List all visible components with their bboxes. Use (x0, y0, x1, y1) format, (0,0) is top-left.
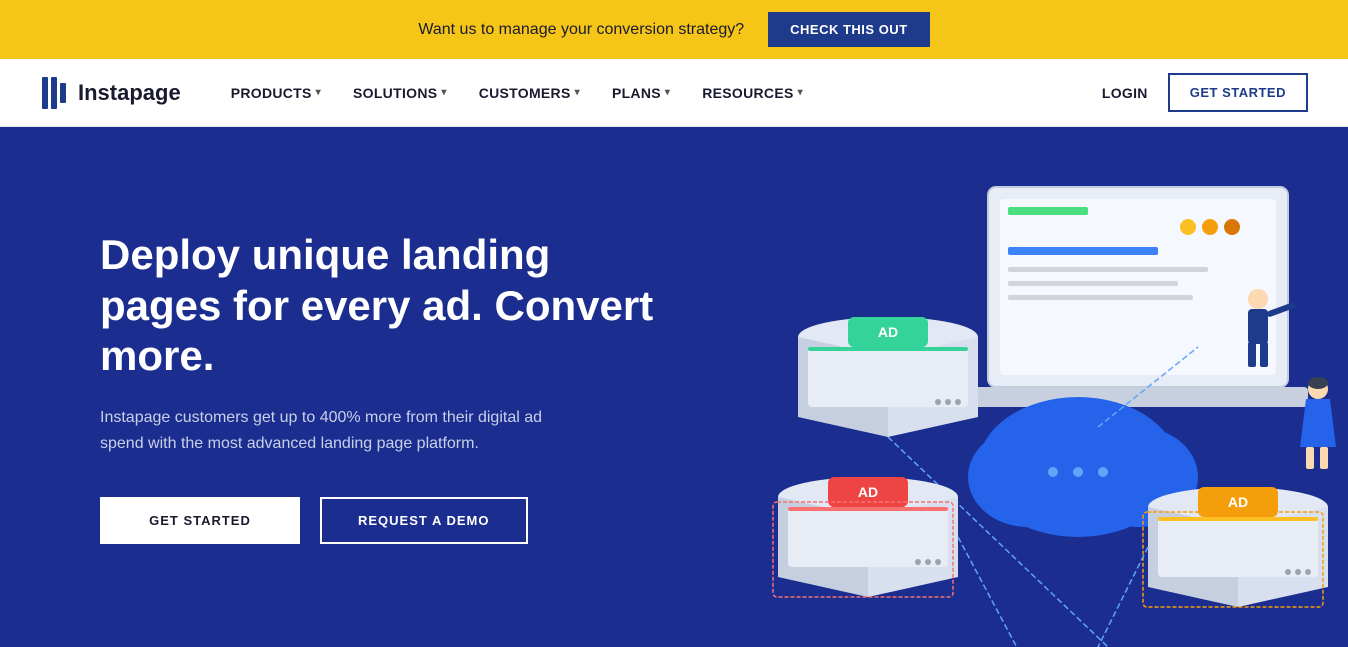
svg-text:AD: AD (878, 324, 898, 340)
nav-item-plans[interactable]: PLANS ▾ (598, 77, 684, 109)
hero-subtitle: Instapage customers get up to 400% more … (100, 405, 560, 456)
chevron-down-icon: ▾ (441, 87, 446, 98)
chevron-down-icon: ▾ (665, 87, 670, 98)
logo[interactable]: Instapage (40, 75, 181, 111)
hero-buttons: GET STARTED REQUEST A DEMO (100, 497, 660, 544)
nav-item-solutions[interactable]: SOLUTIONS ▾ (339, 77, 461, 109)
svg-text:AD: AD (1228, 494, 1248, 510)
nav-label-solutions: SOLUTIONS (353, 85, 437, 101)
nav-item-products[interactable]: PRODUCTS ▾ (217, 77, 335, 109)
hero-illustration: AD AD (668, 127, 1348, 647)
top-banner: Want us to manage your conversion strate… (0, 0, 1348, 59)
chevron-down-icon: ▾ (316, 87, 321, 98)
chevron-down-icon: ▾ (575, 87, 580, 98)
nav-right: LOGIN GET STARTED (1102, 73, 1308, 112)
get-started-button[interactable]: GET STARTED (100, 497, 300, 544)
logo-icon (40, 75, 72, 111)
nav-label-customers: CUSTOMERS (479, 85, 571, 101)
nav-item-customers[interactable]: CUSTOMERS ▾ (465, 77, 594, 109)
nav-links: PRODUCTS ▾ SOLUTIONS ▾ CUSTOMERS ▾ PLANS… (217, 77, 1102, 109)
request-demo-button[interactable]: REQUEST A DEMO (320, 497, 528, 544)
check-this-out-button[interactable]: CHECK THIS OUT (768, 12, 930, 47)
get-started-nav-button[interactable]: GET STARTED (1168, 73, 1308, 112)
svg-text:AD: AD (858, 484, 878, 500)
hero-content: Deploy unique landing pages for every ad… (100, 230, 660, 543)
logo-text: Instapage (78, 80, 181, 106)
chevron-down-icon: ▾ (798, 87, 803, 98)
login-button[interactable]: LOGIN (1102, 85, 1148, 101)
nav-label-plans: PLANS (612, 85, 661, 101)
navbar: Instapage PRODUCTS ▾ SOLUTIONS ▾ CUSTOME… (0, 59, 1348, 127)
banner-text: Want us to manage your conversion strate… (418, 21, 744, 39)
hero-section: Deploy unique landing pages for every ad… (0, 127, 1348, 647)
nav-item-resources[interactable]: RESOURCES ▾ (688, 77, 817, 109)
nav-label-resources: RESOURCES (702, 85, 793, 101)
hero-title: Deploy unique landing pages for every ad… (100, 230, 660, 381)
nav-label-products: PRODUCTS (231, 85, 312, 101)
